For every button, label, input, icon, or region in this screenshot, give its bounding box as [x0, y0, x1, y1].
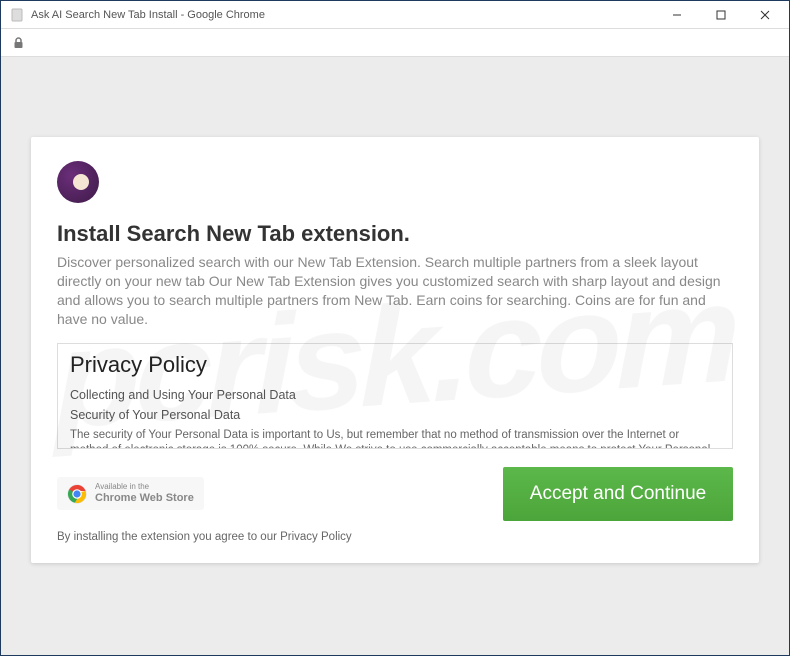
maximize-button[interactable] — [699, 1, 743, 29]
address-bar — [1, 29, 789, 57]
agreement-text: By installing the extension you agree to… — [57, 531, 733, 543]
minimize-button[interactable] — [655, 1, 699, 29]
policy-title: Privacy Policy — [70, 352, 720, 378]
install-card: Install Search New Tab extension. Discov… — [31, 137, 759, 563]
page-viewport[interactable]: pcrisk.com Install Search New Tab extens… — [1, 57, 789, 655]
policy-section-1: Collecting and Using Your Personal Data — [70, 388, 720, 402]
chrome-icon — [67, 484, 87, 504]
chrome-web-store-badge[interactable]: Available in the Chrome Web Store — [57, 477, 204, 510]
policy-body: The security of Your Personal Data is im… — [70, 428, 720, 449]
window-title: Ask AI Search New Tab Install - Google C… — [31, 9, 655, 21]
card-footer-row: Available in the Chrome Web Store Accept… — [57, 467, 733, 521]
extension-logo-icon — [57, 161, 99, 203]
window-titlebar: Ask AI Search New Tab Install - Google C… — [1, 1, 789, 29]
close-button[interactable] — [743, 1, 787, 29]
card-description: Discover personalized search with our Ne… — [57, 253, 733, 329]
card-heading: Install Search New Tab extension. — [57, 221, 733, 247]
window-controls — [655, 1, 787, 29]
accept-continue-button[interactable]: Accept and Continue — [503, 467, 733, 521]
badge-bottom-text: Chrome Web Store — [95, 492, 194, 504]
page-icon — [9, 7, 25, 23]
badge-top-text: Available in the — [95, 483, 194, 492]
policy-section-2: Security of Your Personal Data — [70, 408, 720, 422]
lock-icon — [11, 36, 25, 50]
privacy-policy-box[interactable]: Privacy Policy Collecting and Using Your… — [57, 343, 733, 449]
